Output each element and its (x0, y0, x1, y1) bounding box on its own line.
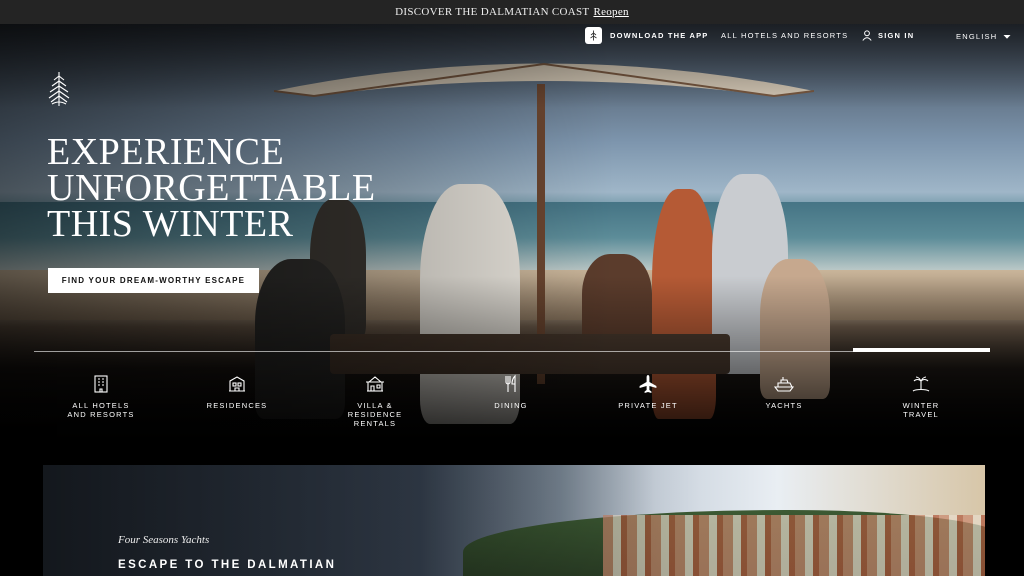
yacht-icon (774, 377, 794, 392)
reopen-link[interactable]: Reopen (593, 6, 628, 18)
plane-icon (639, 375, 657, 393)
announcement-bar: DISCOVER THE DALMATIAN COAST Reopen (0, 0, 1024, 24)
category-label: PRIVATE JET (618, 401, 678, 410)
promo-title: ESCAPE TO THE DALMATIAN (118, 559, 337, 571)
active-slide-indicator[interactable] (853, 348, 990, 352)
category-label: YACHTS (765, 401, 803, 410)
category-label: ALL HOTELS AND RESORTS (67, 401, 135, 419)
category-dining[interactable]: DINING (456, 374, 566, 410)
tree-logo-icon[interactable] (46, 70, 72, 108)
download-app-link[interactable]: DOWNLOAD THE APP (585, 27, 709, 44)
category-yachts[interactable]: YACHTS (729, 374, 839, 410)
sign-in-label: SIGN IN (878, 31, 915, 40)
villa-icon (366, 376, 384, 392)
app-icon (585, 27, 602, 44)
download-app-label: DOWNLOAD THE APP (610, 31, 709, 40)
all-hotels-link[interactable]: ALL HOTELS AND RESORTS (721, 31, 848, 40)
category-all-hotels[interactable]: ALL HOTELS AND RESORTS (46, 374, 156, 419)
chevron-down-icon (1003, 34, 1011, 39)
residence-icon (229, 376, 245, 392)
promo-card[interactable]: Four Seasons Yachts ESCAPE TO THE DALMAT… (43, 465, 985, 576)
sign-in-link[interactable]: SIGN IN (862, 30, 914, 41)
category-divider (34, 351, 990, 352)
language-label: ENGLISH (956, 32, 998, 41)
island-icon (912, 376, 930, 392)
building-icon (94, 375, 108, 393)
user-icon (862, 30, 872, 41)
headline-line: EXPERIENCE (47, 131, 285, 173)
category-label: VILLA & RESIDENCE RENTALS (347, 401, 403, 428)
category-label: WINTER TRAVEL (902, 401, 940, 419)
category-label: RESIDENCES (206, 401, 268, 410)
headline-line: UNFORGETTABLE (47, 167, 376, 209)
hero-headline: EXPERIENCE UNFORGETTABLE THIS WINTER (47, 131, 376, 245)
language-selector[interactable]: ENGLISH (956, 32, 1011, 41)
category-residences[interactable]: RESIDENCES (182, 374, 292, 410)
fork-knife-icon (505, 374, 516, 392)
category-winter-travel[interactable]: WINTER TRAVEL (866, 374, 976, 419)
announcement-text: DISCOVER THE DALMATIAN COAST (395, 6, 590, 18)
promo-kicker: Four Seasons Yachts (118, 534, 210, 546)
category-villa-rentals[interactable]: VILLA & RESIDENCE RENTALS (320, 374, 430, 428)
category-private-jet[interactable]: PRIVATE JET (593, 374, 703, 410)
find-escape-button[interactable]: FIND YOUR DREAM-WORTHY ESCAPE (48, 268, 259, 293)
headline-line: THIS WINTER (47, 203, 294, 245)
category-label: DINING (494, 401, 528, 410)
